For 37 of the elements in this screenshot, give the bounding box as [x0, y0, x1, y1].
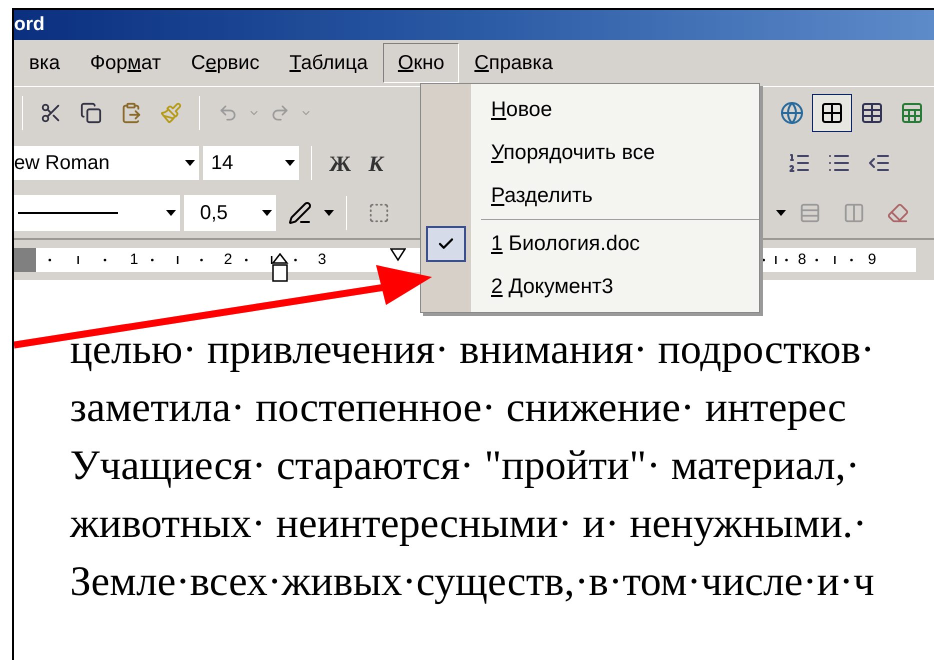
menu-entry[interactable]: 1 Биология.doc [491, 228, 640, 260]
caret-icon[interactable] [324, 210, 334, 216]
menu-item[interactable]: Сервис [176, 43, 274, 83]
document-line: животных· неинтересными· и· ненужными.· [70, 500, 868, 548]
caret-icon[interactable] [285, 160, 295, 166]
ruler-number: 8 [796, 250, 808, 270]
window-title: ord [14, 12, 45, 37]
caret-icon[interactable] [166, 210, 176, 216]
document-line: Земле·всех·живых·существ,·в·том·числе·и·ч [70, 558, 876, 606]
line-style-field[interactable] [14, 195, 180, 231]
menu-entry[interactable]: Новое [491, 94, 552, 126]
menu-item[interactable]: Таблица [274, 43, 383, 83]
menu-item[interactable]: Справка [459, 43, 568, 83]
document-line: заметила· постепенное· снижение· интерес [70, 384, 848, 432]
italic-button[interactable]: К [360, 146, 392, 180]
line-width-field[interactable]: 0,5 [184, 195, 276, 231]
font-size-field[interactable]: 14 [203, 146, 299, 180]
font-field[interactable]: ew Roman [14, 146, 199, 180]
document-line: целью· привлечения· внимания· подростков· [70, 326, 876, 374]
ruler-number: 9 [866, 250, 878, 270]
ruler-margin [14, 248, 36, 272]
menu-item[interactable]: вка [14, 43, 75, 83]
menu-item[interactable]: Формат [74, 43, 176, 83]
ruler-number: 1 [128, 250, 140, 270]
caret-icon[interactable] [262, 210, 272, 216]
menu-entry[interactable]: 2 Документ3 [491, 270, 614, 302]
ruler-number: 2 [222, 250, 234, 270]
menu-entry[interactable]: Разделить [491, 180, 593, 212]
ruler-number: 3 [316, 250, 328, 270]
line-sample-icon [18, 211, 118, 215]
menu-item[interactable]: Окно [382, 43, 460, 83]
caret-icon[interactable] [776, 210, 786, 216]
menu-entry[interactable]: Упорядочить все [491, 136, 655, 168]
bold-button[interactable]: Ж [324, 146, 356, 180]
document-line: Учащиеся· стараются· "пройти"· материал,· [70, 442, 861, 490]
draw-table-icon[interactable] [812, 94, 852, 132]
caret-icon[interactable] [185, 160, 195, 166]
